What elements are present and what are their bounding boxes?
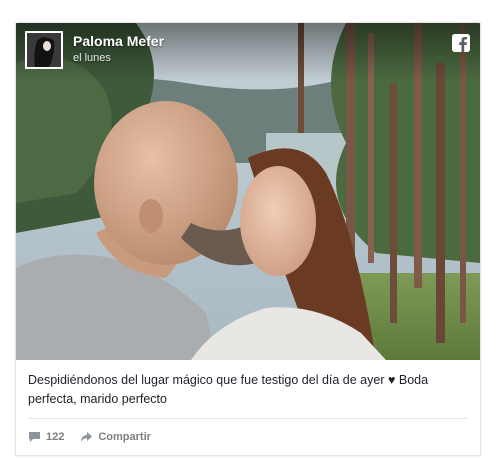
share-arrow-icon [81, 432, 93, 442]
avatar-portrait [27, 33, 61, 67]
comment-count: 122 [46, 431, 65, 443]
actions-divider [28, 418, 468, 419]
post-actions-bar: 122 Compartir [28, 428, 167, 446]
share-button[interactable]: Compartir [80, 431, 151, 443]
comment-icon [29, 432, 40, 442]
embedded-facebook-post: Paloma Mefer el lunes Despidiéndonos del… [15, 22, 481, 456]
facebook-logo [452, 34, 470, 52]
share-label: Compartir [98, 431, 151, 443]
author-avatar[interactable] [25, 31, 63, 69]
comments-button[interactable]: 122 [28, 431, 64, 443]
author-name[interactable]: Paloma Mefer [73, 33, 164, 49]
post-caption: Despidiéndonos del lugar mágico que fue … [28, 373, 429, 406]
post-photo[interactable]: Paloma Mefer el lunes [16, 23, 480, 360]
post-timestamp[interactable]: el lunes [73, 52, 111, 64]
facebook-icon[interactable] [452, 34, 470, 52]
